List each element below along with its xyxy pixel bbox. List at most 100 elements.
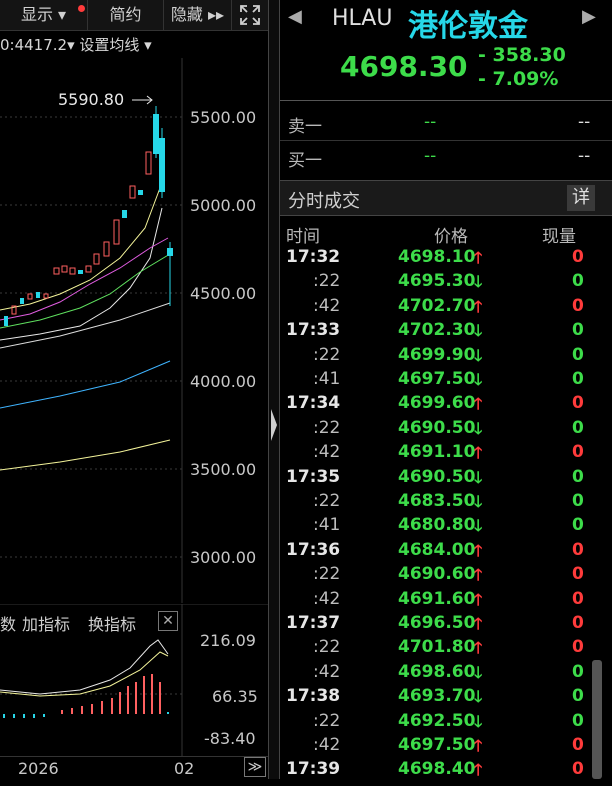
candle [103,241,110,257]
tick-volume: 0 [572,271,584,292]
price-axis-label: 4500.00 [190,284,256,303]
simple-mode-button[interactable]: 简约 [88,0,164,30]
sell1-label: 卖一 [288,117,322,137]
tick-volume: 0 [572,564,584,585]
candle [93,253,100,265]
tick-time: :22 [313,637,341,658]
arrow-down-icon: 🡓 [474,321,483,341]
candle [4,316,8,326]
chart-toolbar: 显示 ▾ 简约 隐藏 ▸▸ [0,0,268,31]
candle [78,270,83,274]
candlestick-chart: 5590.80 5500.00 5000.00 4500.00 4000.00 … [0,58,256,603]
indicator-axis-label: 216.09 [200,631,256,650]
ma-line-blue [0,360,171,409]
col-time-header: 时间 [286,227,320,247]
arrow-down-icon: 🡓 [474,662,483,682]
indicator-axis-label: 66.35 [212,687,258,706]
expand-icon[interactable] [232,0,268,30]
table-row: :42 4697.50 🡑 0 [280,735,612,759]
arrow-up-icon: 🡑 [474,443,483,463]
arrow-up-icon: 🡑 [474,589,483,609]
tick-time: 17:34 [286,393,341,414]
table-row: 17:38 4693.70 🡓 0 [280,686,612,710]
hide-panel-button[interactable]: 隐藏 ▸▸ [164,0,232,30]
next-symbol-icon[interactable]: ▶ [582,6,596,27]
table-row: :22 4695.30 🡓 0 [280,271,612,295]
tick-price: 4680.80 [398,515,476,536]
tick-price: 4699.90 [398,344,476,365]
arrow-up-icon: 🡑 [474,296,483,316]
tick-volume: 0 [572,344,584,365]
date-month-label: 02 [174,759,195,778]
candle [43,293,49,299]
last-price: 4698.30 [340,50,468,83]
symbol-code: HLAU [332,6,393,31]
tick-price: 4698.40 [398,759,476,780]
table-row: 17:39 4698.40 🡑 0 [280,759,612,783]
tick-volume: 0 [572,466,584,487]
price-axis-label: 5500.00 [190,108,256,127]
indicator-axis-label: -83.40 [204,729,256,748]
tick-price: 4701.80 [398,637,476,658]
tick-volume: 0 [572,369,584,389]
table-row: 17:33 4702.30 🡓 0 [280,320,612,344]
tick-volume: 0 [572,661,584,682]
tick-volume: 0 [572,686,584,707]
tick-price: 4698.10 [398,247,476,267]
table-row: :42 4698.60 🡓 0 [280,662,612,686]
price-change: - 358.30 [478,44,566,66]
tick-price: 4690.50 [398,466,476,487]
arrow-up-icon: 🡑 [474,540,483,560]
tick-time: :41 [313,369,341,389]
arrow-up-icon: 🡑 [474,614,483,633]
ma-settings-line[interactable]: 0:4417.2▾ 设置均线 ▾ [0,34,152,55]
price-axis-label: 5000.00 [190,196,256,215]
tick-price: 4684.00 [398,539,476,560]
tick-time: 17:37 [286,613,341,633]
sell1-volume: -- [578,112,591,132]
candle [153,114,159,154]
ma-line-green [0,253,171,329]
arrow-down-icon: 🡓 [474,492,483,511]
panel-splitter[interactable] [268,0,280,779]
table-row: :42 4702.70 🡑 0 [280,296,612,320]
scroll-forward-icon[interactable]: ≫ [244,757,266,777]
tick-volume: 0 [572,515,584,536]
tick-price: 4698.60 [398,661,476,682]
tick-price: 4693.70 [398,686,476,707]
tick-time: 17:33 [286,320,341,341]
candle [20,298,24,304]
arrow-up-icon: 🡑 [474,638,483,658]
ma-line-yellow-lower [0,439,171,471]
tick-time: 17:36 [286,539,341,560]
prev-symbol-icon[interactable]: ◀ [288,6,302,27]
tick-time: 17:39 [286,759,341,780]
ma-line-yellow-upper [0,187,161,311]
arrow-down-icon: 🡓 [474,370,483,389]
tick-time: :42 [313,295,341,316]
date-axis: 2026 02 ≫ [0,756,268,780]
table-row: :22 4701.80 🡑 0 [280,637,612,661]
arrow-up-icon: 🡑 [474,394,483,414]
arrow-up-icon: 🡑 [474,736,483,755]
display-menu-button[interactable]: 显示 ▾ [0,0,88,30]
ticks-list[interactable]: 17:32 4698.10 🡑 0:22 4695.30 🡓 0:42 4702.70 🡑 0 17… [280,247,612,779]
price-axis-label: 4000.00 [190,372,256,391]
tick-price: 4696.50 [398,613,476,633]
max-price-arrow [132,95,153,105]
tick-price: 4692.50 [398,710,476,731]
max-price-label: 5590.80 [58,90,124,109]
price-axis-label: 3000.00 [190,548,256,567]
sell1-price: -- [424,112,437,132]
tick-volume: 0 [572,320,584,341]
tick-price: 4702.70 [398,295,476,316]
candle [159,138,165,192]
ticks-scrollbar[interactable] [592,660,602,779]
arrow-down-icon: 🡓 [474,687,483,707]
candle [85,265,92,273]
detail-button[interactable]: 详 [567,185,595,211]
arrow-down-icon: 🡓 [474,418,483,438]
table-row: 17:36 4684.00 🡑 0 [280,540,612,564]
arrow-down-icon: 🡓 [474,467,483,487]
tick-time: :22 [313,564,341,585]
